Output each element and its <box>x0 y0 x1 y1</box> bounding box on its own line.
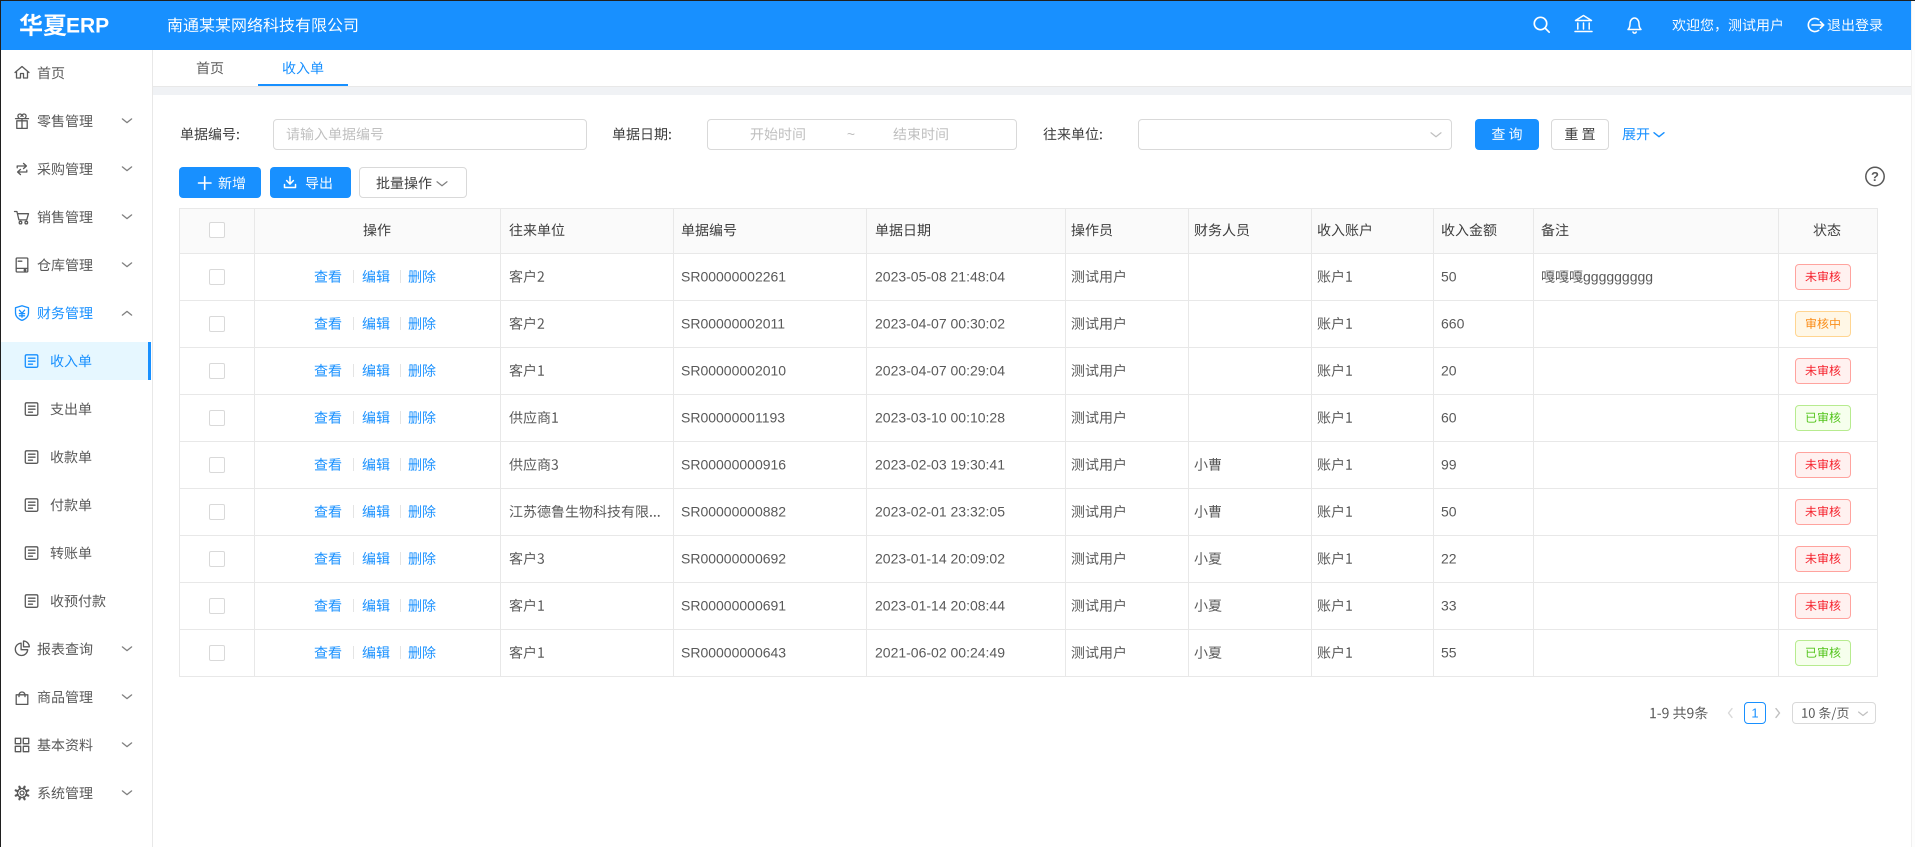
svg-text:660: 660 <box>1441 316 1465 332</box>
svg-text:SR00000002010: SR00000002010 <box>681 363 786 379</box>
svg-text:SR00000000916: SR00000000916 <box>681 457 786 473</box>
svg-text:SR00000002011: SR00000002011 <box>681 316 785 332</box>
svg-text:SR00000000692: SR00000000692 <box>681 551 786 567</box>
svg-text:?: ? <box>1871 169 1879 184</box>
svg-text:2023-05-08 21:48:04: 2023-05-08 21:48:04 <box>875 269 1005 285</box>
svg-text:2023-02-01 23:32:05: 2023-02-01 23:32:05 <box>875 504 1005 520</box>
svg-text:2023-02-03 19:30:41: 2023-02-03 19:30:41 <box>875 457 1005 473</box>
svg-text:ggggggggg: ggggggggg <box>1583 269 1653 285</box>
svg-text:2023-01-14 20:08:44: 2023-01-14 20:08:44 <box>875 598 1005 614</box>
svg-text:60: 60 <box>1441 410 1457 426</box>
svg-text:99: 99 <box>1441 457 1457 473</box>
svg-text:SR00000000882: SR00000000882 <box>681 504 786 520</box>
svg-text:50: 50 <box>1441 504 1457 520</box>
svg-text:2023-04-07 00:29:04: 2023-04-07 00:29:04 <box>875 363 1005 379</box>
svg-text:SR00000000643: SR00000000643 <box>681 645 786 661</box>
svg-text:SR00000001193: SR00000001193 <box>681 410 785 426</box>
svg-text:2023-04-07 00:30:02: 2023-04-07 00:30:02 <box>875 316 1005 332</box>
svg-text:SR00000002261: SR00000002261 <box>681 269 786 285</box>
svg-text:33: 33 <box>1441 598 1457 614</box>
svg-text:ERP: ERP <box>66 15 109 38</box>
svg-text:55: 55 <box>1441 645 1457 661</box>
svg-text:2023-01-14 20:09:02: 2023-01-14 20:09:02 <box>875 551 1005 567</box>
svg-text:22: 22 <box>1441 551 1457 567</box>
svg-text:1: 1 <box>1751 706 1758 721</box>
svg-text:20: 20 <box>1441 363 1457 379</box>
svg-text:SR00000000691: SR00000000691 <box>681 598 786 614</box>
svg-text:2021-06-02 00:24:49: 2021-06-02 00:24:49 <box>875 645 1005 661</box>
svg-text:50: 50 <box>1441 269 1457 285</box>
svg-text:~: ~ <box>847 126 855 142</box>
svg-text:2023-03-10 00:10:28: 2023-03-10 00:10:28 <box>875 410 1005 426</box>
